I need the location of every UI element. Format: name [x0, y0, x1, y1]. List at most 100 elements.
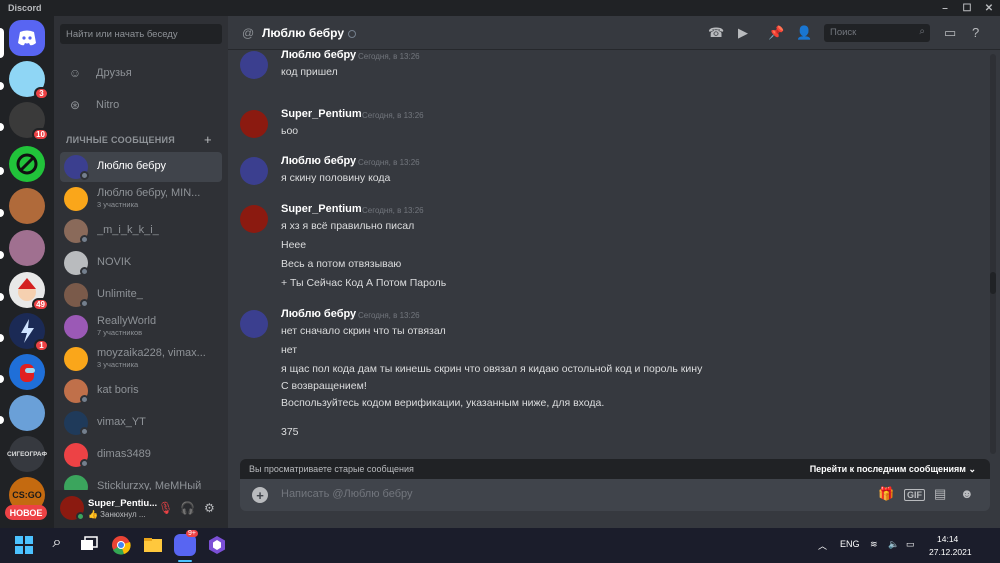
- add-friend-icon[interactable]: 👤: [796, 25, 812, 41]
- clock-date[interactable]: 27.12.2021: [929, 547, 972, 557]
- message-author[interactable]: Super_Pentium: [281, 203, 362, 215]
- selected-indicator: [0, 28, 4, 58]
- dm-avatar: [64, 315, 88, 339]
- dm-status-dot: [80, 299, 89, 308]
- scrollbar-thumb[interactable]: [990, 272, 996, 294]
- message-text: я скину половину кода: [281, 172, 391, 184]
- battery-icon[interactable]: ▭: [906, 539, 915, 550]
- emoji-icon[interactable]: ☻: [960, 486, 974, 501]
- server-2[interactable]: 10: [9, 102, 49, 141]
- message-text: Неее: [281, 239, 307, 251]
- server-6[interactable]: 49: [9, 272, 49, 311]
- message-avatar[interactable]: [240, 51, 268, 79]
- among-us-icon: [20, 364, 35, 382]
- server-10[interactable]: СИГЕОГРАФ: [7, 436, 47, 472]
- discord-window: Discord – ☐ ✕ 3 10 49 1 СИГЕОГРАФ CS:GO …: [0, 0, 1000, 563]
- jump-to-present-button[interactable]: Перейти к последним сообщениям ⌄: [810, 464, 976, 475]
- server-5[interactable]: [9, 230, 45, 266]
- gif-button[interactable]: GIF: [904, 489, 925, 501]
- upload-plus-icon[interactable]: +: [252, 487, 268, 503]
- chat-search-input[interactable]: Поиск ⌕: [824, 24, 930, 42]
- volume-icon[interactable]: 🔈: [888, 539, 899, 550]
- friends-nav[interactable]: ☺ Друзья: [60, 60, 222, 86]
- create-dm-button[interactable]: +: [204, 132, 212, 147]
- headphones-icon[interactable]: 🎧: [180, 501, 195, 515]
- user-custom-status: 👍 Занюхнул ...: [88, 510, 146, 519]
- windows-start-icon[interactable]: [13, 534, 35, 556]
- message-author[interactable]: Super_Pentium: [281, 108, 362, 120]
- maximize-icon[interactable]: ☐: [956, 0, 978, 16]
- dm-item[interactable]: NOVIK: [60, 248, 222, 278]
- dm-item[interactable]: Unlimite_: [60, 280, 222, 310]
- message-text: нет сначало скрин что ты отвязал: [281, 325, 446, 337]
- message-avatar[interactable]: [240, 205, 268, 233]
- tray-chevron-icon[interactable]: ︿: [818, 539, 827, 552]
- server-7[interactable]: 1: [9, 313, 49, 352]
- message-text: код пришел: [281, 66, 338, 78]
- message-timestamp: Сегодня, в 13:26: [358, 52, 420, 61]
- hammer-sickle-icon: [16, 153, 38, 175]
- server-list: 3 10 49 1 СИГЕОГРАФ CS:GO НОВОЕ: [0, 16, 54, 528]
- dm-name: Люблю бебру, MIN...: [97, 187, 201, 199]
- dm-name: dimas3489: [97, 448, 151, 460]
- call-icon[interactable]: ☎: [708, 25, 724, 41]
- dm-search-input[interactable]: Найти или начать беседу: [60, 24, 222, 44]
- message-avatar[interactable]: [240, 157, 268, 185]
- dm-item[interactable]: ReallyWorld 7 участников: [60, 312, 222, 342]
- dm-member-count: 3 участника: [97, 200, 139, 209]
- file-explorer-icon[interactable]: [142, 534, 164, 556]
- message-input-box[interactable]: + Написать @Люблю бебру 🎁 GIF ▤ ☻: [240, 479, 990, 511]
- search-icon: ⌕: [919, 26, 925, 37]
- settings-gear-icon[interactable]: ⚙: [204, 501, 215, 515]
- dm-item[interactable]: Люблю бебру, MIN... 3 участника: [60, 184, 222, 214]
- search-icon[interactable]: ⌕: [46, 534, 68, 556]
- close-icon[interactable]: ✕: [978, 0, 1000, 16]
- minimize-icon[interactable]: –: [934, 0, 956, 16]
- notification-badge: 10: [32, 128, 49, 141]
- mute-mic-icon[interactable]: 🎙: [158, 501, 173, 515]
- language-indicator[interactable]: ENG: [840, 539, 860, 549]
- dm-item[interactable]: kat boris: [60, 376, 222, 406]
- task-view-icon[interactable]: [78, 534, 100, 556]
- chrome-icon[interactable]: [110, 534, 132, 556]
- old-messages-bar: Вы просматриваете старые сообщения Перей…: [240, 459, 990, 479]
- dm-item[interactable]: _m_i_k_k_i_: [60, 216, 222, 246]
- server-4[interactable]: [9, 188, 45, 224]
- server-8[interactable]: [9, 354, 45, 390]
- gift-icon[interactable]: 🎁: [878, 486, 894, 502]
- message-timestamp: Сегодня, в 13:26: [362, 206, 424, 215]
- help-icon[interactable]: ?: [972, 25, 979, 40]
- server-text-icon: СИГЕОГРАФ: [7, 450, 47, 458]
- dm-item[interactable]: vimax_YT: [60, 408, 222, 438]
- server-1[interactable]: 3: [9, 61, 49, 100]
- dm-item[interactable]: dimas3489: [60, 440, 222, 470]
- message-text: нет: [281, 344, 298, 356]
- message-author[interactable]: Люблю бебру: [281, 155, 356, 167]
- inbox-icon[interactable]: ▭: [944, 25, 956, 41]
- message-avatar[interactable]: [240, 110, 268, 138]
- server-3[interactable]: [9, 146, 45, 182]
- dm-avatar: [64, 187, 88, 211]
- message-avatar[interactable]: [240, 310, 268, 338]
- dm-item[interactable]: Люблю бебру: [60, 152, 222, 182]
- app-hexagon-icon[interactable]: [206, 534, 228, 556]
- search-placeholder: Поиск: [830, 27, 857, 38]
- video-call-icon[interactable]: ▶: [738, 25, 748, 41]
- sticker-icon[interactable]: ▤: [934, 486, 946, 502]
- clock-time[interactable]: 14:14: [937, 534, 958, 544]
- pin-icon[interactable]: 📌: [768, 25, 784, 41]
- unread-indicator: [0, 167, 4, 175]
- home-button[interactable]: [9, 20, 45, 56]
- server-9[interactable]: [9, 395, 45, 431]
- message-text: я хз я всё правильно писал: [281, 220, 415, 232]
- message-author[interactable]: Люблю бебру: [281, 50, 356, 61]
- dm-item[interactable]: moyzaika228, vimax... 3 участника: [60, 344, 222, 374]
- wifi-icon[interactable]: ≋: [870, 539, 878, 550]
- message-author[interactable]: Люблю бебру: [281, 308, 356, 320]
- jump-label: Перейти к последним сообщениям: [809, 464, 966, 474]
- nitro-nav[interactable]: ⊛ Nitro: [60, 92, 222, 118]
- unread-indicator: [0, 82, 4, 90]
- scrollbar-track[interactable]: [990, 54, 996, 454]
- unread-indicator: [0, 209, 4, 217]
- discord-taskbar-icon[interactable]: 9+: [174, 530, 198, 556]
